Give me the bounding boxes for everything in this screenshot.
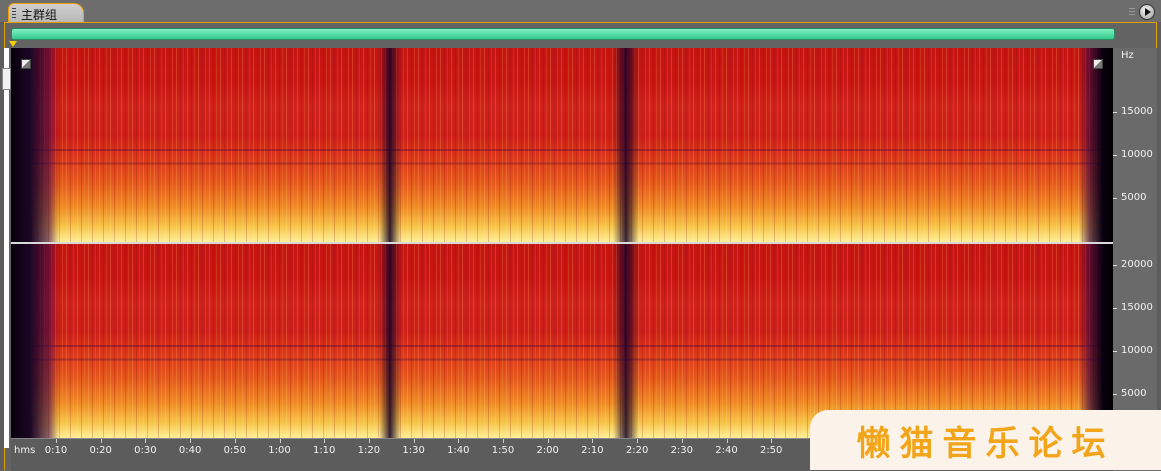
time-tick [56,439,57,443]
quiet-section [379,48,401,242]
time-label: 0:50 [223,445,247,456]
time-tick [100,439,102,443]
time-label: 1:50 [491,445,515,456]
frequency-unit-label: Hz [1121,50,1134,61]
time-tick [234,439,236,443]
frequency-tick [1113,394,1117,395]
frequency-label: 10000 [1121,149,1153,160]
fade-out-region [1079,48,1113,242]
time-tick [190,439,192,443]
time-label: 2:00 [536,445,559,456]
zoom-corner-icon[interactable] [21,59,31,69]
tab-main-group[interactable]: 主群组 [8,3,84,22]
frequency-label: 5000 [1121,192,1147,203]
quiet-section [613,48,639,242]
time-label: 0:30 [134,445,157,456]
time-label: 2:30 [670,445,694,456]
spectrogram-bands [11,244,1113,438]
time-label: 0:40 [178,445,202,456]
time-tick [637,439,639,443]
frequency-label: 10000 [1121,345,1153,356]
time-tick [771,439,773,443]
time-tick [458,439,460,443]
fade-out-region [1079,244,1113,438]
time-tick [726,439,728,443]
quiet-section [613,244,639,438]
spectral-display[interactable] [11,48,1113,438]
frequency-tick [1113,265,1117,266]
zoom-corner-icon[interactable] [1093,59,1103,69]
time-tick [279,439,281,443]
vertical-scroll-strip[interactable] [4,48,9,448]
fade-in-region [11,244,59,438]
channel-1-spectrogram[interactable] [11,48,1113,242]
frequency-tick [1113,112,1117,113]
frequency-ruler[interactable]: Hz 15000 10000 5000 20000 15000 10000 50… [1113,48,1157,438]
overview-scroll-bar[interactable] [11,28,1115,40]
frequency-label: 20000 [1121,259,1153,270]
watermark-text: 懒猫音乐论坛 [856,424,1115,464]
spectrogram-bands [11,48,1113,242]
time-tick [503,439,504,443]
frequency-tick [1113,308,1117,309]
time-tick [324,439,326,443]
frequency-tick [1113,155,1117,156]
time-tick [145,439,147,443]
time-tick [547,439,549,443]
time-tick [681,439,683,443]
time-label: 0:20 [89,445,112,456]
frequency-tick [1113,198,1117,199]
audio-editor-window: 主群组 Hz 15000 10000 5000 20000 15000 1000… [0,0,1161,471]
frequency-label: 5000 [1121,388,1147,399]
time-format-label: hms [14,445,36,456]
time-tick [592,439,594,443]
time-label: 1:00 [268,445,291,456]
time-tick [413,439,415,443]
tab-label: 主群组 [21,8,58,22]
fade-in-region [11,48,59,242]
frequency-label: 15000 [1121,302,1153,313]
frequency-tick [1113,351,1117,352]
channel-2-spectrogram[interactable] [11,244,1113,438]
playhead-marker-icon[interactable] [9,41,17,47]
frequency-label: 15000 [1121,106,1153,117]
time-label: 1:20 [357,445,381,456]
panel-menu-icon[interactable] [1139,4,1155,20]
forum-watermark: 懒猫音乐论坛 [810,410,1161,470]
time-label: 1:10 [312,445,336,456]
panel-tab-bar: 主群组 [0,0,1161,22]
time-label: 0:10 [44,445,68,456]
time-label: 1:30 [402,445,425,456]
tab-grip-icon[interactable] [12,8,16,18]
time-label: 2:40 [715,445,738,456]
vertical-scroll-handle[interactable] [2,68,11,90]
panel-grip-icon[interactable] [1129,8,1135,16]
time-label: 2:50 [759,445,783,456]
time-tick [368,439,370,443]
time-label: 2:10 [581,445,604,456]
time-label: 1:40 [447,445,470,456]
quiet-section [379,244,401,438]
time-label: 2:20 [625,445,649,456]
